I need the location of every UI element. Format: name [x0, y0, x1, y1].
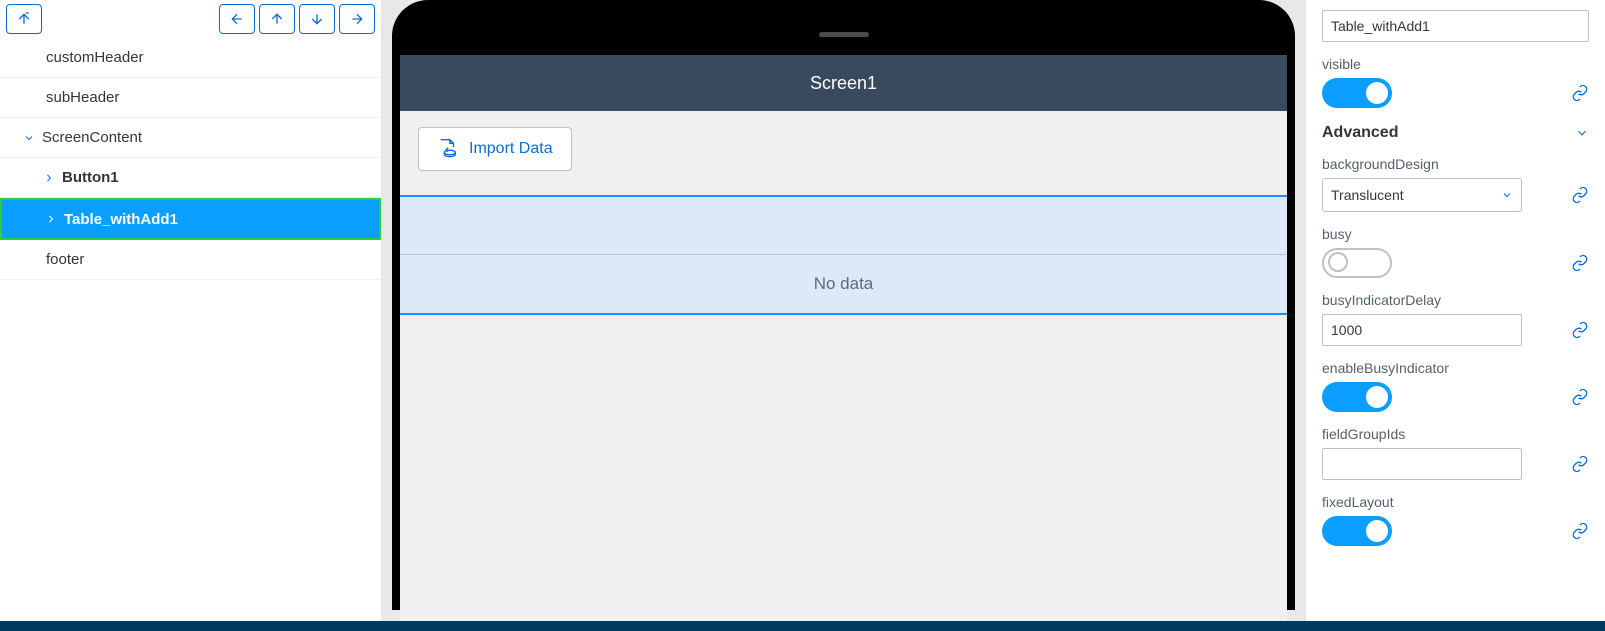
outline-up-minus-button[interactable]	[6, 4, 42, 34]
import-icon	[437, 136, 459, 163]
link-icon[interactable]	[1571, 522, 1589, 540]
tree-item-label: Button1	[62, 169, 119, 186]
table-nodata-text: No data	[814, 274, 874, 294]
outline-toolbar	[0, 0, 381, 38]
prop-label-busyindicatordelay: busyIndicatorDelay	[1322, 292, 1589, 308]
advanced-label: Advanced	[1322, 124, 1398, 142]
prop-label-enablebusyindicator: enableBusyIndicator	[1322, 360, 1589, 376]
prop-label-busy: busy	[1322, 226, 1589, 242]
fixedlayout-toggle[interactable]	[1322, 516, 1392, 546]
screen-body: Import Data No data	[400, 111, 1287, 621]
outline-panel: customHeader subHeader ScreenContent But…	[0, 0, 382, 621]
link-icon[interactable]	[1571, 254, 1589, 272]
device-speaker	[819, 32, 869, 37]
link-icon[interactable]	[1571, 186, 1589, 204]
outline-move-left-button[interactable]	[219, 4, 255, 34]
app-screen: Screen1 Import Data No data	[400, 55, 1287, 621]
app-footer-bar	[0, 621, 1605, 631]
prop-label-fixedlayout: fixedLayout	[1322, 494, 1589, 510]
outline-move-up-button[interactable]	[259, 4, 295, 34]
chevron-down-icon	[20, 129, 38, 147]
canvas-area: Screen1 Import Data No data	[382, 0, 1305, 621]
tree-item-label: Table_withAdd1	[64, 211, 178, 228]
fieldgroupids-input[interactable]	[1322, 448, 1522, 480]
tree-item-footer[interactable]: footer	[0, 240, 381, 280]
busy-toggle[interactable]	[1322, 248, 1392, 278]
import-data-button[interactable]: Import Data	[418, 127, 572, 171]
chevron-down-icon	[1501, 189, 1513, 201]
component-name-input[interactable]	[1322, 10, 1589, 42]
tree-item-label: subHeader	[46, 89, 119, 106]
advanced-section-header[interactable]: Advanced	[1322, 124, 1589, 142]
prop-label-visible: visible	[1322, 56, 1589, 72]
screen-title-bar: Screen1	[400, 55, 1287, 111]
prop-label-backgrounddesign: backgroundDesign	[1322, 156, 1589, 172]
tree-item-subheader[interactable]: subHeader	[0, 78, 381, 118]
import-button-label: Import Data	[469, 140, 553, 158]
tree-item-table-withadd1[interactable]: Table_withAdd1	[0, 198, 381, 240]
device-frame: Screen1 Import Data No data	[392, 0, 1295, 610]
properties-panel: visible Advanced backgroundDesign Transl…	[1305, 0, 1605, 621]
link-icon[interactable]	[1571, 321, 1589, 339]
table-nodata-row: No data	[400, 255, 1287, 313]
table-header-row	[400, 197, 1287, 255]
outline-move-down-button[interactable]	[299, 4, 335, 34]
chevron-right-icon	[40, 169, 58, 187]
backgrounddesign-value: Translucent	[1331, 187, 1404, 203]
busyindicatordelay-input[interactable]	[1322, 314, 1522, 346]
chevron-down-icon	[1575, 126, 1589, 140]
tree-item-label: customHeader	[46, 49, 144, 66]
chevron-right-icon	[42, 210, 60, 228]
tree-item-button1[interactable]: Button1	[0, 158, 381, 198]
table-preview[interactable]: No data	[400, 195, 1287, 315]
outline-move-right-button[interactable]	[339, 4, 375, 34]
tree-item-screencontent[interactable]: ScreenContent	[0, 118, 381, 158]
link-icon[interactable]	[1571, 388, 1589, 406]
backgrounddesign-select[interactable]: Translucent	[1322, 178, 1522, 212]
visible-toggle[interactable]	[1322, 78, 1392, 108]
tree-item-customheader[interactable]: customHeader	[0, 38, 381, 78]
screen-title: Screen1	[810, 73, 877, 94]
prop-label-fieldgroupids: fieldGroupIds	[1322, 426, 1589, 442]
tree-item-label: footer	[46, 251, 84, 268]
link-icon[interactable]	[1571, 84, 1589, 102]
outline-tree: customHeader subHeader ScreenContent But…	[0, 38, 381, 280]
enablebusyindicator-toggle[interactable]	[1322, 382, 1392, 412]
link-icon[interactable]	[1571, 455, 1589, 473]
tree-item-label: ScreenContent	[42, 129, 142, 146]
